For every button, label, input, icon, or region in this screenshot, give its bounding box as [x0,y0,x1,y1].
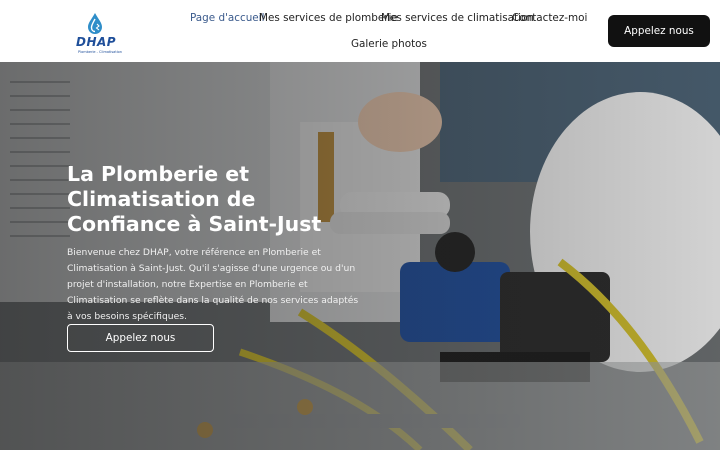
nav-item-home[interactable]: Page d'accueil [190,12,264,24]
logo-text: DHAP [76,35,117,49]
nav-item-gallery[interactable]: Galerie photos [351,38,427,50]
site-header: DHAP Plomberie - Climatisation Page d'ac… [0,0,720,62]
hero-title: La Plomberie et Climatisation de Confian… [67,162,322,236]
nav-item-contact[interactable]: Contactez-moi [512,12,587,24]
nav-item-air-conditioning[interactable]: Mes services de climatisation [381,12,534,24]
hero-call-button[interactable]: Appelez nous [67,324,214,352]
logo-subtitle: Plomberie - Climatisation [78,50,123,54]
logo[interactable]: DHAP Plomberie - Climatisation [72,10,124,54]
water-drop-icon [88,13,102,34]
nav-item-plumbing[interactable]: Mes services de plomberie [259,12,398,24]
hero-description: Bienvenue chez DHAP, votre référence en … [67,247,359,322]
call-button[interactable]: Appelez nous [608,15,710,47]
hero-section: La Plomberie et Climatisation de Confian… [0,62,720,450]
